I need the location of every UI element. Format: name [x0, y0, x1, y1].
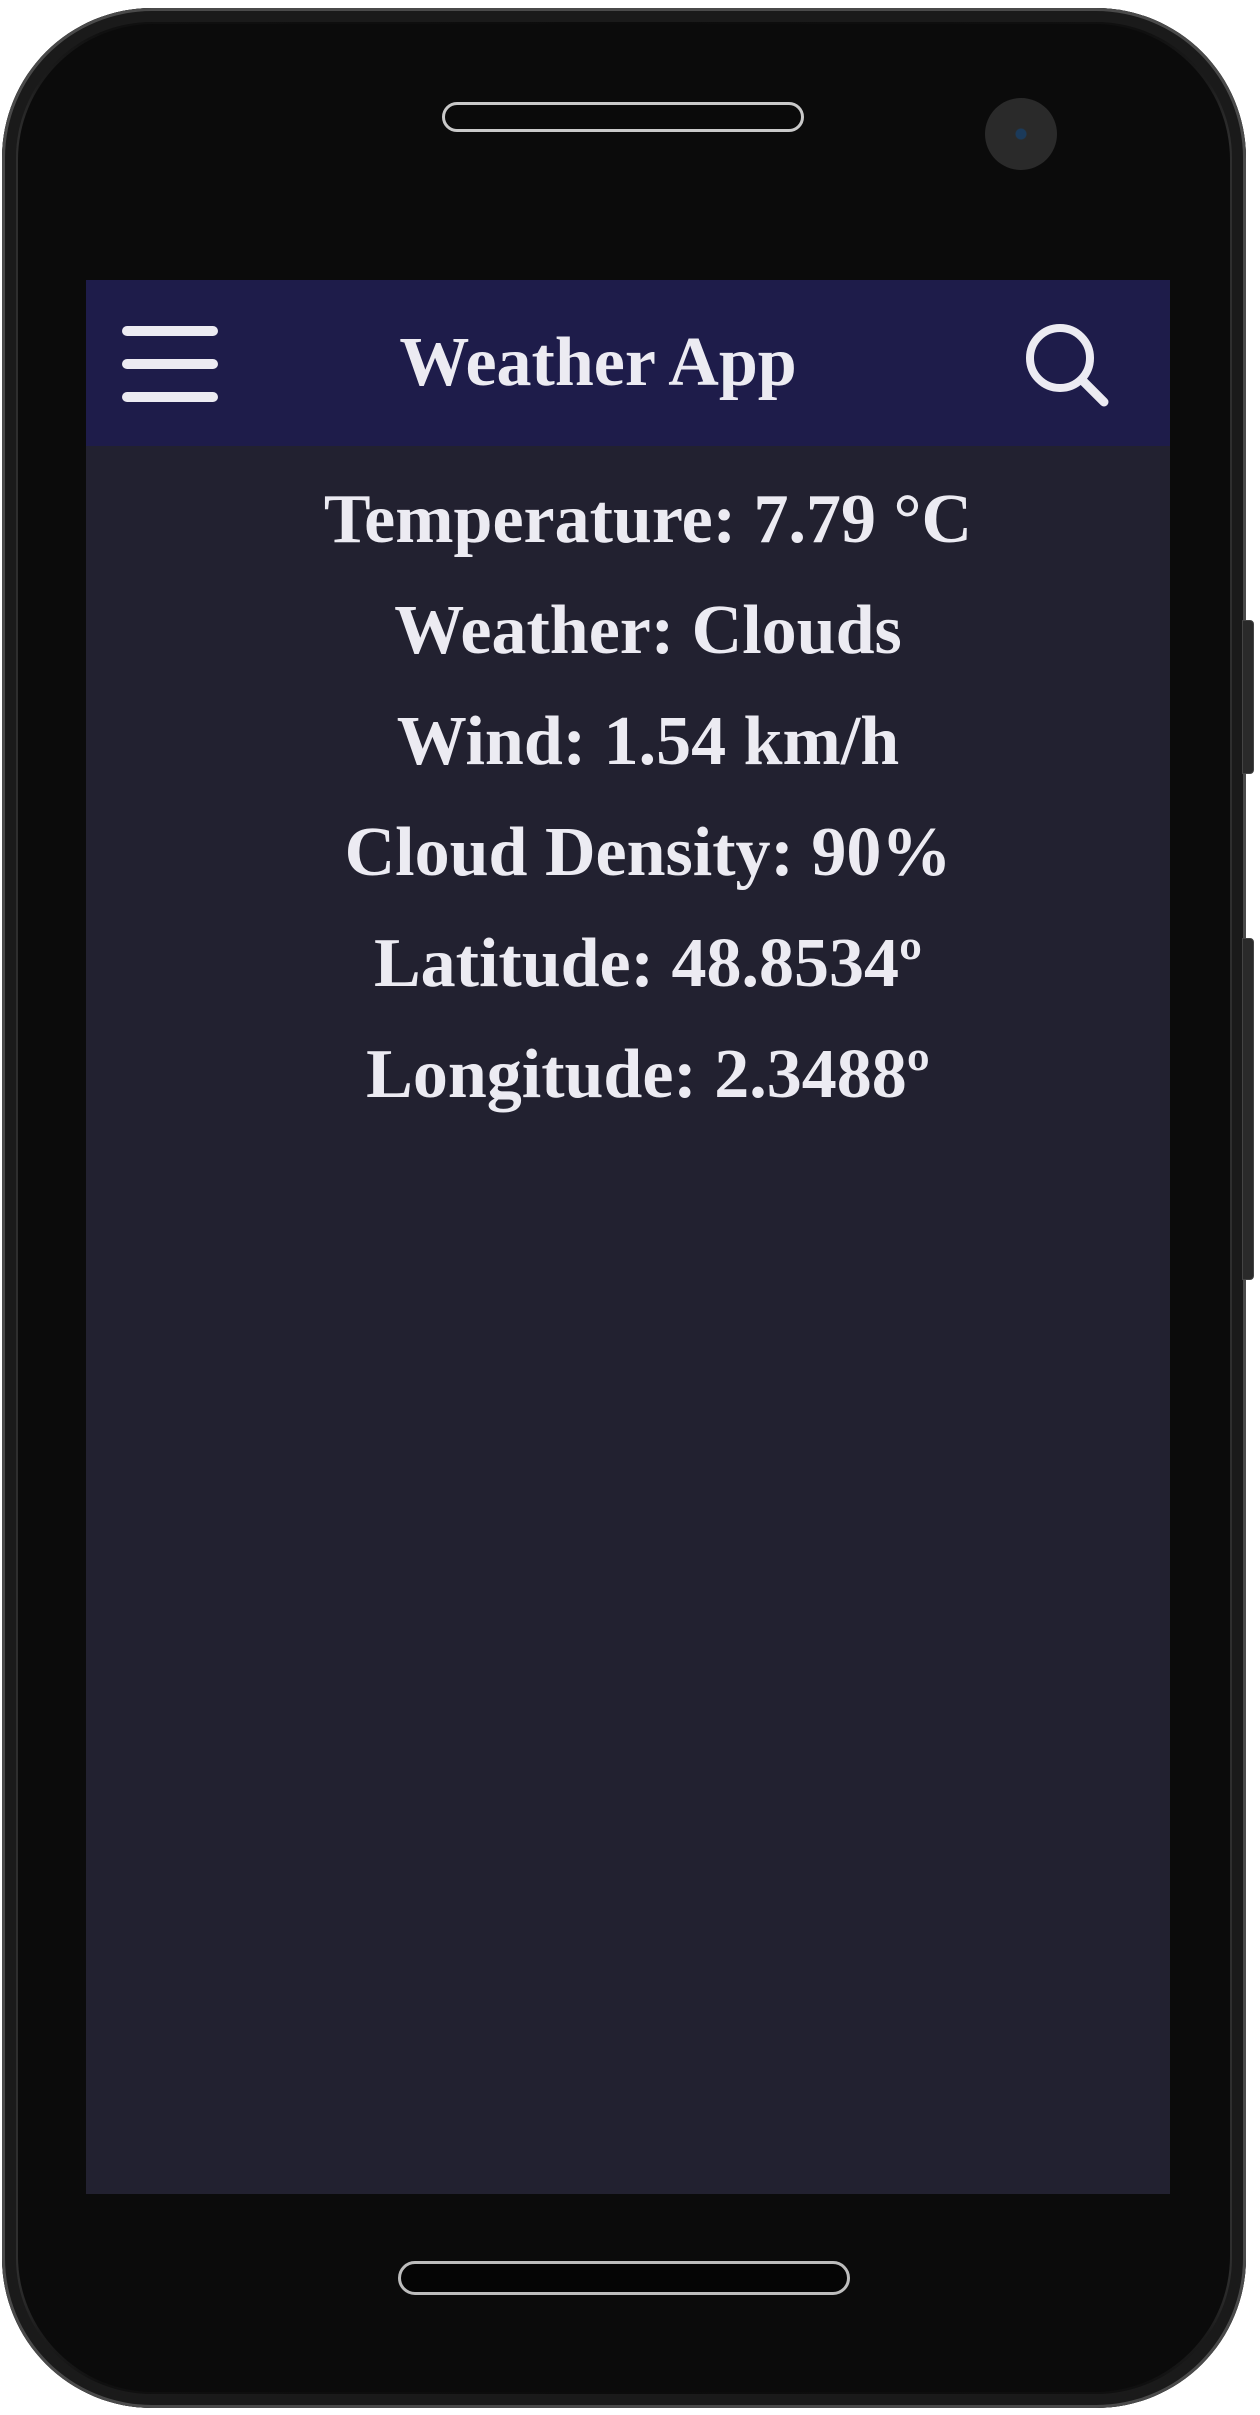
latitude-text: Latitude: 48.8534º — [373, 925, 923, 1002]
wind-text: Wind: 1.54 km/h — [396, 703, 900, 780]
app-screen: Weather App Temperature: 7.79 °C Weather… — [86, 280, 1170, 2194]
cloud-density-text: Cloud Density: 90% — [344, 814, 952, 891]
phone-frame: Weather App Temperature: 7.79 °C Weather… — [2, 8, 1254, 2408]
app-bar: Weather App — [86, 280, 1170, 446]
weather-condition-text: Weather: Clouds — [394, 592, 902, 669]
app-title: Weather App — [399, 324, 797, 401]
weather-details: Temperature: 7.79 °C Weather: Clouds Win… — [86, 464, 1170, 1130]
search-icon[interactable] — [1022, 320, 1112, 410]
volume-button — [1242, 620, 1254, 774]
front-camera — [985, 98, 1057, 170]
earpiece-speaker — [442, 102, 804, 132]
home-indicator — [398, 2261, 850, 2295]
power-button — [1242, 938, 1254, 1280]
temperature-text: Temperature: 7.79 °C — [323, 481, 973, 558]
longitude-text: Longitude: 2.3488º — [366, 1036, 930, 1113]
